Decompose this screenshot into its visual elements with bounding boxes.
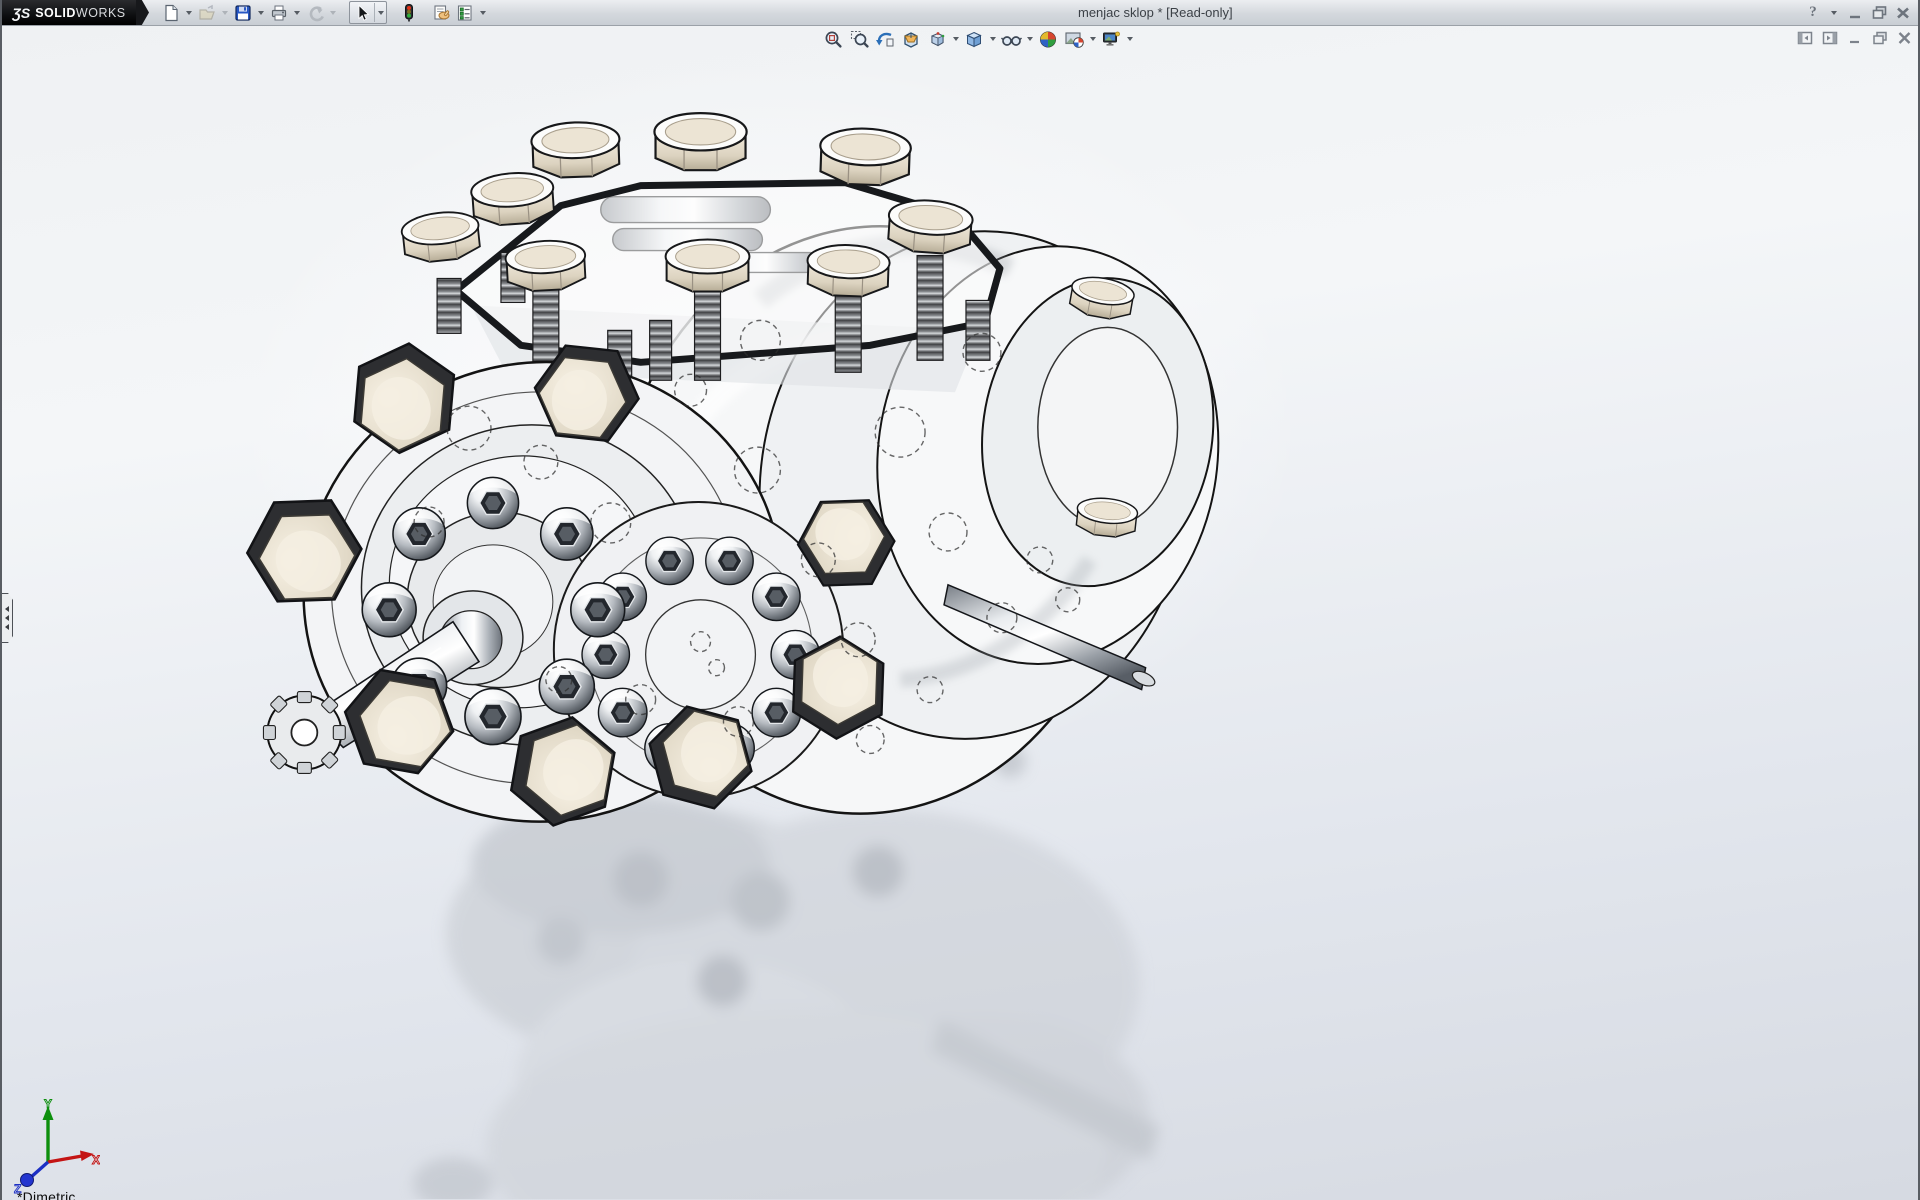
heads-up-view-toolbar	[820, 28, 1135, 50]
view-settings-icon	[1101, 30, 1121, 49]
view-orientation-dropdown[interactable]	[950, 28, 961, 50]
save-icon	[234, 4, 252, 22]
view-settings-button[interactable]	[1098, 28, 1124, 50]
rebuild-traffic-light-icon	[401, 3, 417, 22]
model-render[interactable]	[2, 26, 1918, 1199]
hide-show-items-icon	[1001, 30, 1022, 49]
document-close-button[interactable]	[1896, 30, 1913, 45]
help-button[interactable]: ?	[1804, 4, 1822, 22]
help-dropdown[interactable]	[1828, 2, 1840, 23]
dock-pane-left-button[interactable]	[1796, 30, 1813, 45]
new-document-icon	[162, 4, 180, 22]
open-button[interactable]	[195, 2, 219, 23]
display-style-dropdown[interactable]	[987, 28, 998, 50]
save-dropdown[interactable]	[255, 2, 267, 23]
open-dropdown[interactable]	[219, 2, 231, 23]
print-button[interactable]	[267, 2, 291, 23]
zoom-to-fit-icon	[824, 30, 843, 49]
collapse-arrow-icon	[5, 615, 9, 621]
file-properties-button[interactable]	[429, 2, 453, 23]
previous-view-icon	[875, 30, 895, 49]
edit-appearance-icon	[1038, 30, 1058, 49]
select-tool-button[interactable]	[350, 2, 374, 23]
close-icon	[1895, 6, 1911, 20]
hide-show-items-dropdown[interactable]	[1024, 28, 1035, 50]
undo-dropdown[interactable]	[327, 2, 339, 23]
document-restore-button[interactable]	[1871, 30, 1888, 45]
view-orientation-icon	[927, 30, 947, 49]
menu-flyout-arrow-icon[interactable]	[136, 0, 149, 25]
graphics-area[interactable]: Y X Z *Dimetric	[2, 25, 1918, 1200]
section-view-button[interactable]	[898, 28, 924, 50]
solidworks-brand: SOLIDWORKS	[35, 6, 125, 20]
solidworks-logo: ƷS SOLIDWORKS	[2, 0, 136, 25]
dock-pane-right-button[interactable]	[1821, 30, 1838, 45]
select-tool-dropdown[interactable]	[374, 3, 386, 22]
main-toolbar	[159, 0, 489, 25]
featuremanager-collapsed-tab[interactable]	[2, 593, 13, 643]
close-button[interactable]	[1894, 4, 1912, 22]
display-style-button[interactable]	[961, 28, 987, 50]
options-icon	[456, 4, 475, 22]
solidworks-logo-mark-icon: ƷS	[12, 5, 30, 21]
undo-icon	[306, 4, 325, 22]
document-minimize-icon	[1847, 31, 1862, 45]
select-tool-group	[349, 1, 387, 24]
file-properties-icon	[432, 4, 451, 22]
new-document-button[interactable]	[159, 2, 183, 23]
hide-show-items-button[interactable]	[998, 28, 1024, 50]
options-dropdown[interactable]	[477, 2, 489, 23]
minimize-icon	[1847, 6, 1863, 20]
open-icon	[198, 4, 216, 22]
top-cover-assembly	[400, 113, 1000, 400]
document-restore-icon	[1872, 31, 1888, 45]
view-orientation-button[interactable]	[924, 28, 950, 50]
document-minimize-button[interactable]	[1846, 30, 1863, 45]
zoom-to-area-icon	[850, 30, 869, 49]
zoom-to-area-button[interactable]	[846, 28, 872, 50]
view-orientation-label: *Dimetric	[17, 1189, 76, 1200]
previous-view-button[interactable]	[872, 28, 898, 50]
rebuild-button[interactable]	[397, 2, 421, 23]
options-button[interactable]	[453, 2, 477, 23]
dock-pane-right-icon	[1822, 31, 1838, 45]
triad-y-label: Y	[44, 1098, 52, 1111]
window-controls: ?	[1804, 2, 1912, 23]
splined-shaft-end	[263, 692, 345, 774]
edit-appearance-button[interactable]	[1035, 28, 1061, 50]
document-close-icon	[1897, 31, 1912, 45]
save-button[interactable]	[231, 2, 255, 23]
document-window-controls	[1796, 30, 1913, 45]
orientation-triad: Y X Z	[8, 1098, 100, 1194]
display-style-icon	[964, 30, 984, 49]
collapse-arrow-icon	[5, 606, 9, 612]
solidworks-window: ƷS SOLIDWORKS	[0, 0, 1920, 1200]
dock-pane-left-icon	[1797, 31, 1813, 45]
restore-icon	[1871, 5, 1888, 20]
titlebar[interactable]: ƷS SOLIDWORKS	[2, 0, 1918, 26]
minimize-button[interactable]	[1846, 4, 1864, 22]
apply-scene-button[interactable]	[1061, 28, 1087, 50]
view-settings-dropdown[interactable]	[1124, 28, 1135, 50]
print-icon	[270, 4, 288, 22]
window-title: menjac sklop * [Read-only]	[1078, 5, 1233, 20]
restore-button[interactable]	[1870, 4, 1888, 22]
section-view-icon	[901, 30, 921, 49]
apply-scene-icon	[1064, 30, 1085, 49]
print-dropdown[interactable]	[291, 2, 303, 23]
triad-x-label: X	[92, 1153, 100, 1167]
select-cursor-icon	[354, 4, 371, 22]
collapse-arrow-icon	[5, 624, 9, 630]
new-document-dropdown[interactable]	[183, 2, 195, 23]
undo-button[interactable]	[303, 2, 327, 23]
apply-scene-dropdown[interactable]	[1087, 28, 1098, 50]
zoom-to-fit-button[interactable]	[820, 28, 846, 50]
